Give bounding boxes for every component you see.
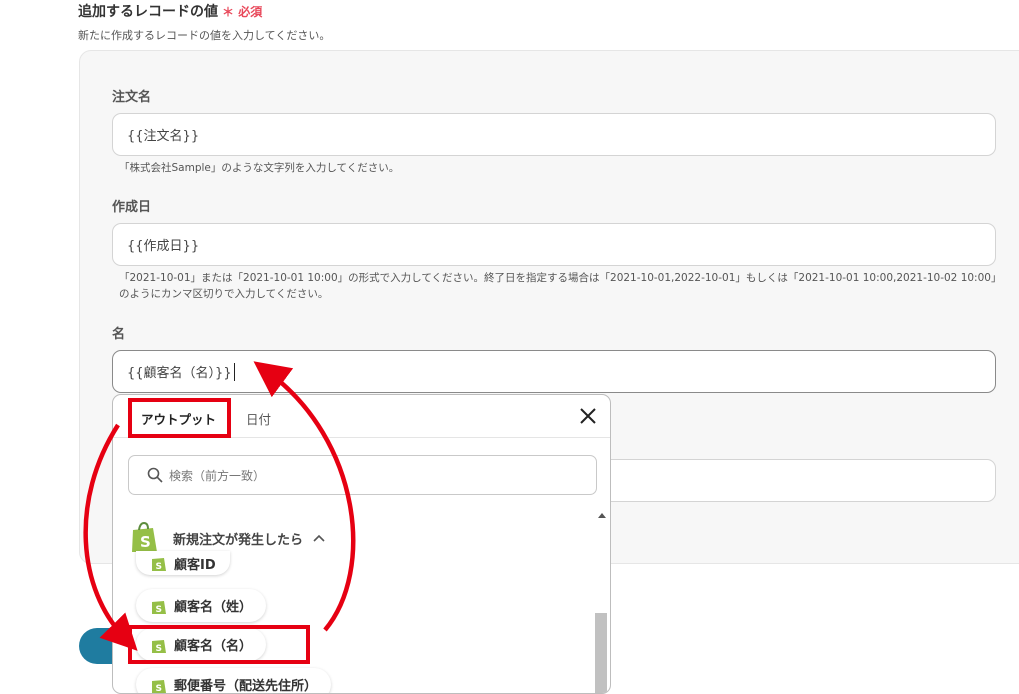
tab-output[interactable]: アウトプット — [141, 409, 216, 428]
scroll-up-arrow-icon[interactable] — [598, 513, 606, 518]
search-input[interactable]: 検索（前方一致） — [128, 455, 597, 495]
search-icon — [147, 467, 163, 483]
svg-text:S: S — [156, 562, 162, 572]
first-name-input[interactable]: {{顧客名（名）}} — [112, 350, 996, 393]
svg-text:S: S — [156, 684, 162, 694]
trigger-group-header[interactable]: S 新規注文が発生したら — [129, 522, 325, 554]
shopify-bag-icon: S — [152, 639, 166, 654]
shopify-bag-icon: S — [152, 679, 166, 694]
trigger-group-label: 新規注文が発生したら — [173, 532, 304, 548]
tab-date[interactable]: 日付 — [246, 409, 271, 428]
text-caret — [233, 362, 235, 381]
svg-text:S: S — [140, 533, 151, 551]
section-title-text: 追加するレコードの値 — [78, 4, 218, 20]
shopify-bag-icon: S — [152, 600, 166, 615]
variable-picker-popup: アウトプット 日付 検索（前方一致） S 新規注文が発生したら S 顧客ID S… — [112, 394, 611, 694]
section-title: 追加するレコードの値 ＊ 必須 — [78, 1, 262, 21]
order-name-hint: 「株式会社Sample」のような文字列を入力してください。 — [119, 162, 400, 174]
shopify-bag-icon: S — [132, 522, 157, 552]
section-description: 新たに作成するレコードの値を入力してください。 — [78, 29, 331, 42]
field-label-order-name: 注文名 — [112, 90, 152, 105]
output-list: S 新規注文が発生したら S 顧客ID S 顧客名（姓） S 顧客名（名） S … — [113, 508, 610, 694]
svg-text:S: S — [156, 605, 162, 615]
close-icon[interactable] — [579, 407, 597, 425]
search-placeholder: 検索（前方一致） — [169, 468, 266, 483]
list-scrollbar[interactable] — [594, 508, 610, 693]
field-label-created-date: 作成日 — [112, 200, 152, 215]
chevron-up-icon — [313, 534, 325, 542]
svg-text:S: S — [156, 644, 162, 654]
popup-tabs: アウトプット 日付 — [113, 395, 610, 438]
shopify-bag-icon: S — [152, 558, 166, 572]
scroll-thumb[interactable] — [595, 613, 607, 693]
list-item-customer-id[interactable]: S 顧客ID — [136, 551, 230, 575]
list-item-postal-code[interactable]: S 郵便番号（配送先住所） — [136, 668, 332, 694]
active-tab-indicator — [135, 434, 223, 436]
created-date-input[interactable]: {{作成日}} — [112, 223, 996, 266]
order-name-input[interactable]: {{注文名}} — [112, 113, 996, 156]
list-item-customer-first-name[interactable]: S 顧客名（名） — [136, 628, 267, 661]
created-date-hint: 「2021-10-01」または「2021-10-01 10:00」の形式で入力し… — [119, 272, 997, 300]
required-badge: ＊ 必須 — [222, 5, 263, 19]
list-item-customer-last-name[interactable]: S 顧客名（姓） — [136, 589, 267, 622]
field-label-first-name: 名 — [112, 327, 126, 342]
